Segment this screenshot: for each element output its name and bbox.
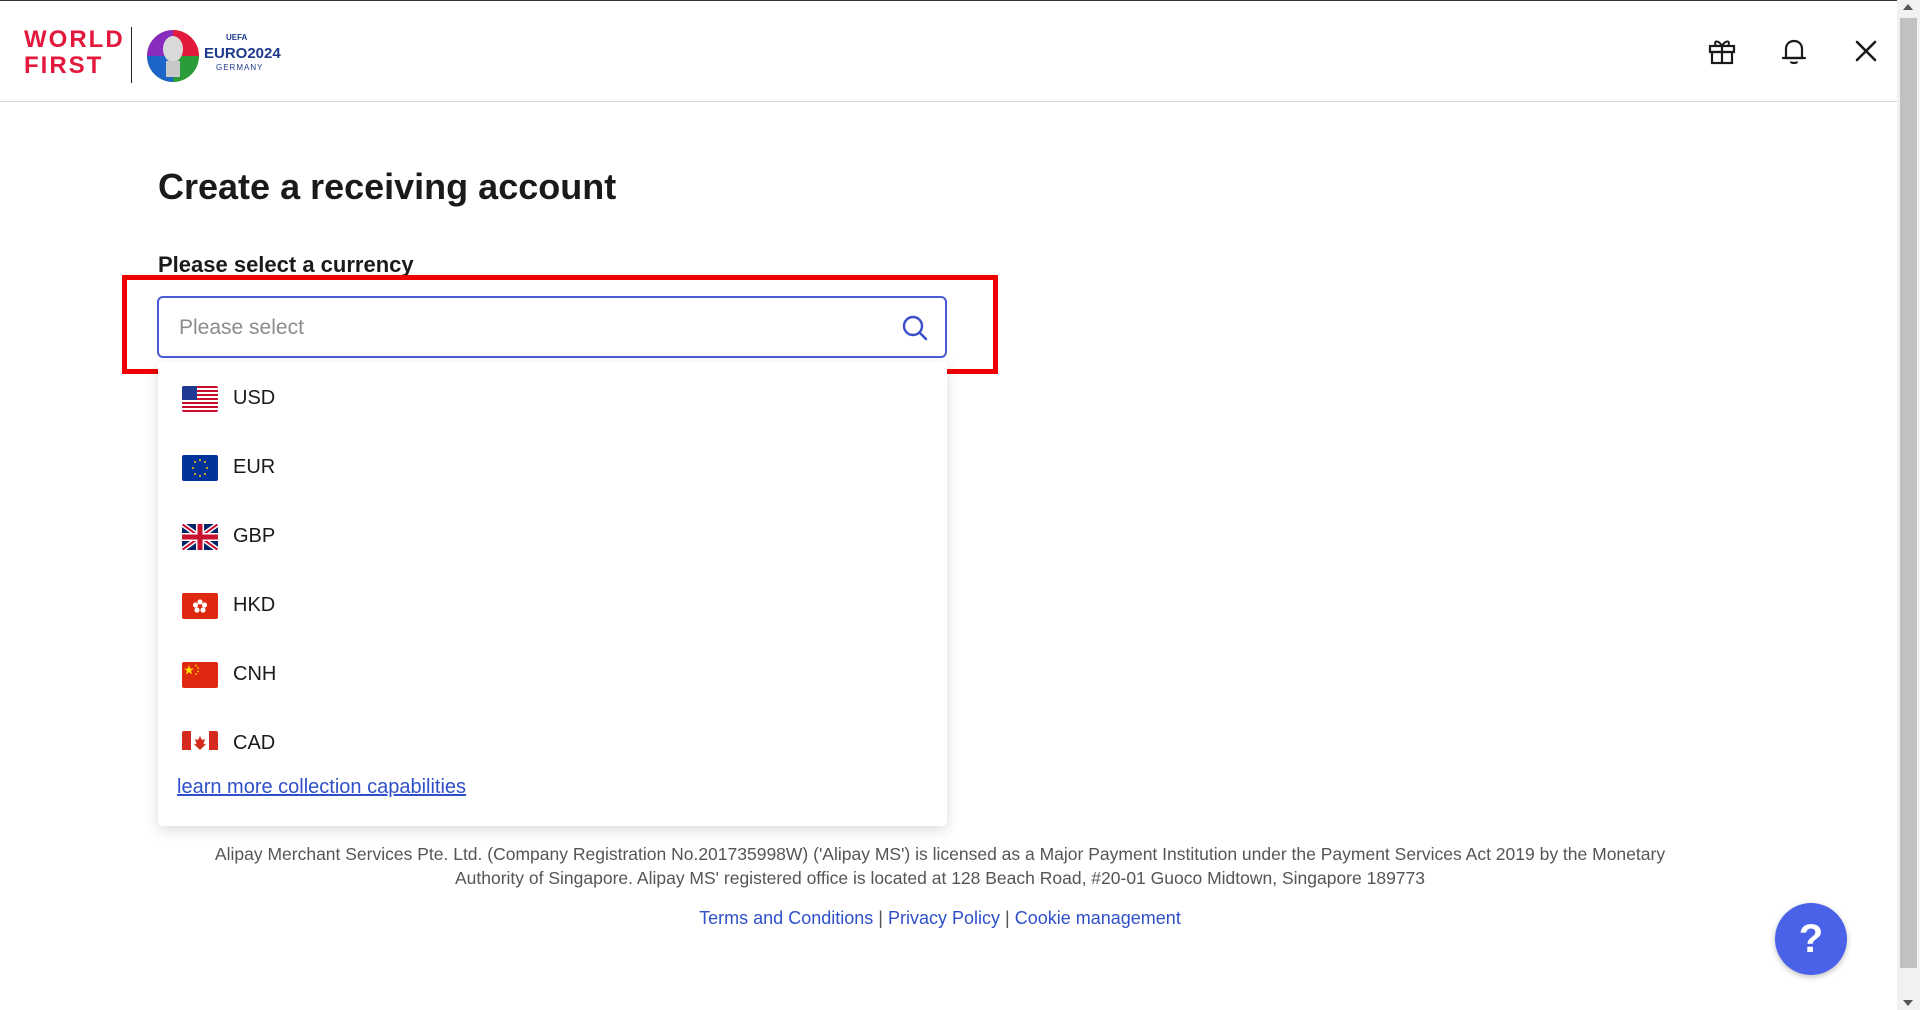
currency-option-cad[interactable]: CAD (158, 707, 947, 750)
scroll-thumb[interactable] (1900, 18, 1917, 968)
cookie-link[interactable]: Cookie management (1015, 908, 1181, 928)
legal-line-2: Authority of Singapore. Alipay MS' regis… (454, 868, 1425, 888)
currency-code: CNH (233, 663, 277, 685)
page-scrollbar[interactable] (1897, 0, 1920, 1010)
help-button[interactable]: ? (1775, 903, 1847, 975)
currency-option-eur[interactable]: EUR (158, 431, 947, 499)
worldfirst-logo[interactable]: WORLD FIRST (24, 27, 125, 79)
currency-option-usd[interactable]: USD (158, 362, 947, 430)
gift-icon[interactable] (1706, 35, 1738, 67)
currency-code: HKD (233, 594, 276, 616)
currency-option-gbp[interactable]: GBP (158, 500, 947, 568)
link-separator: | (878, 908, 883, 928)
currency-code: USD (233, 387, 276, 409)
scroll-up-arrow-icon[interactable] (1903, 4, 1913, 10)
legal-line-1: Alipay Merchant Services Pte. Ltd. (Comp… (214, 844, 1666, 864)
bell-icon[interactable] (1778, 35, 1810, 67)
link-separator: | (1005, 908, 1010, 928)
uefa-label: UEFA (226, 33, 248, 42)
annotation-highlight-box (122, 275, 998, 374)
currency-option-list[interactable]: USD EUR GBP HKD CNH CAD (158, 362, 947, 750)
cn-flag-icon (182, 662, 218, 688)
terms-link[interactable]: Terms and Conditions (699, 908, 873, 928)
eu-flag-icon (182, 455, 218, 481)
app-header: WORLD FIRST UEFA EURO2024 GERMANY (0, 1, 1897, 102)
euro2024-logo: UEFA EURO2024 GERMANY (146, 23, 296, 89)
currency-dropdown: USD EUR GBP HKD CNH CAD learn more colle… (158, 362, 947, 826)
us-flag-icon (182, 386, 218, 412)
uk-flag-icon (182, 524, 218, 550)
close-icon[interactable] (1850, 35, 1882, 67)
scroll-down-arrow-icon[interactable] (1903, 1000, 1913, 1006)
currency-code: CAD (233, 732, 276, 750)
hk-flag-icon (182, 593, 218, 619)
currency-code: EUR (233, 456, 276, 478)
brand-line-2: FIRST (24, 52, 104, 79)
currency-option-cnh[interactable]: CNH (158, 638, 947, 706)
euro2024-label: EURO2024 (204, 45, 281, 62)
legal-notice: Alipay Merchant Services Pte. Ltd. (Comp… (190, 842, 1690, 890)
logo-divider (131, 27, 132, 83)
ca-flag-icon (182, 731, 218, 750)
brand-line-1: WORLD (24, 26, 125, 53)
page-title: Create a receiving account (158, 166, 617, 207)
footer-links: Terms and Conditions | Privacy Policy | … (190, 908, 1690, 929)
learn-more-link[interactable]: learn more collection capabilities (177, 776, 466, 799)
currency-option-hkd[interactable]: HKD (158, 569, 947, 637)
euro-trophy-icon (147, 30, 199, 82)
currency-code: GBP (233, 525, 276, 547)
germany-label: GERMANY (216, 63, 264, 72)
privacy-link[interactable]: Privacy Policy (888, 908, 1000, 928)
